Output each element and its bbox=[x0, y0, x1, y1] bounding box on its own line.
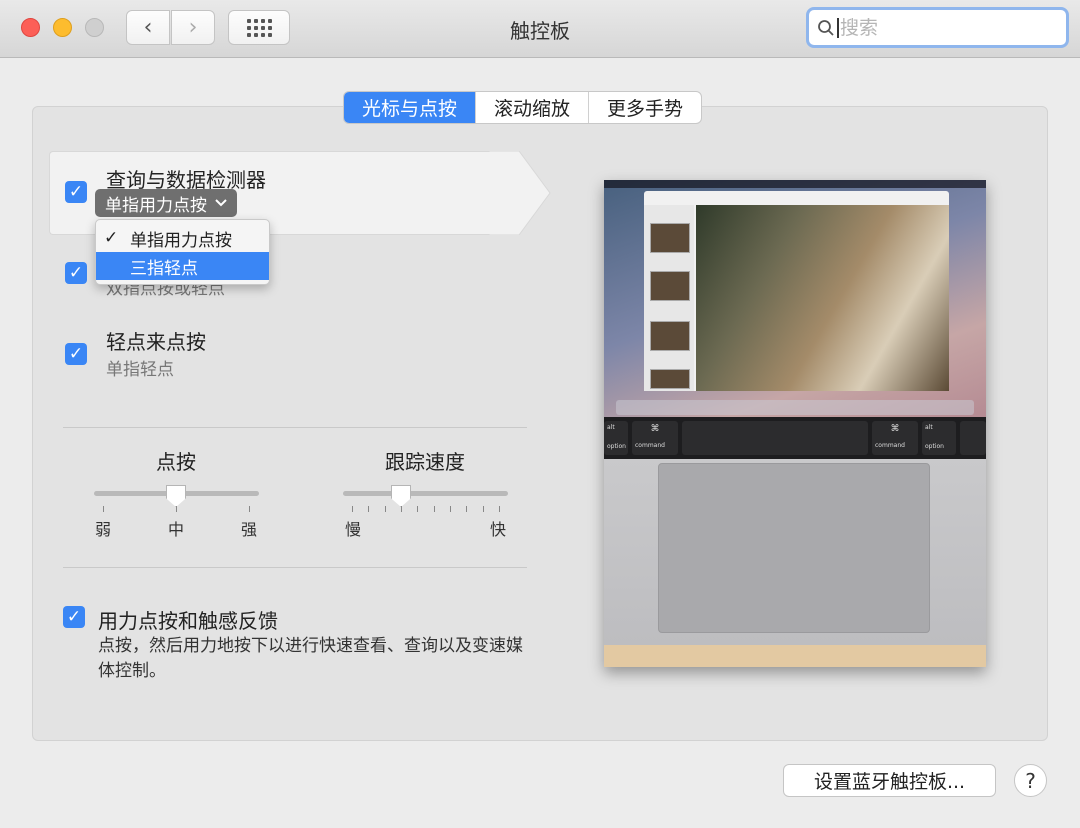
key-space bbox=[682, 421, 868, 455]
tick-mark bbox=[450, 506, 451, 512]
force-click-label: 用力点按和触感反馈 bbox=[98, 609, 278, 633]
tracking-min-label: 慢 bbox=[345, 520, 362, 539]
menu-item-single-force-click[interactable]: ✓ 单指用力点按 bbox=[96, 224, 269, 252]
preview-thumbnail bbox=[650, 223, 690, 253]
tab-bar: 光标与点按 滚动缩放 更多手势 bbox=[343, 91, 703, 124]
lookup-dropdown-menu: ✓ 单指用力点按 三指轻点 bbox=[95, 219, 270, 285]
lookup-popup-button[interactable]: 单指用力点按 bbox=[95, 189, 237, 217]
menu-item-label: 单指用力点按 bbox=[130, 230, 232, 251]
menu-item-three-finger-tap[interactable]: 三指轻点 bbox=[96, 252, 269, 280]
help-button[interactable]: ? bbox=[1014, 764, 1047, 797]
checkmark-icon: ✓ bbox=[68, 182, 84, 202]
tick-mark bbox=[249, 506, 250, 512]
tab-more-gestures[interactable]: 更多手势 bbox=[588, 92, 701, 123]
key-option-right: alt option bbox=[922, 421, 956, 455]
preview-photos-window bbox=[644, 191, 949, 391]
search-input[interactable]: 搜索 bbox=[837, 17, 878, 38]
search-icon bbox=[818, 19, 834, 36]
checkmark-icon: ✓ bbox=[68, 344, 84, 364]
tick-mark bbox=[384, 506, 386, 512]
search-field[interactable]: 搜索 bbox=[806, 7, 1069, 48]
tap-to-click-label: 轻点来点按 bbox=[106, 330, 206, 354]
click-min-label: 弱 bbox=[95, 520, 112, 539]
secondary-click-checkbox[interactable]: ✓ bbox=[65, 262, 87, 284]
tick-mark bbox=[401, 506, 402, 512]
lookup-selected-value: 单指用力点按 bbox=[105, 195, 207, 216]
divider bbox=[63, 567, 527, 568]
tab-point-click[interactable]: 光标与点按 bbox=[344, 92, 476, 123]
key-arrow bbox=[960, 421, 986, 455]
key-option-left: alt option bbox=[604, 421, 628, 455]
tick-mark bbox=[482, 506, 484, 512]
preview-keyboard: alt option ⌘ command ⌘ command alt option bbox=[604, 417, 986, 459]
setup-bluetooth-trackpad-button[interactable]: 设置蓝牙触控板... bbox=[783, 764, 996, 797]
click-slider-title: 点按 bbox=[156, 450, 196, 474]
force-click-description: 点按，然后用力地按下以进行快速查看、查询以及变速媒体控制。 bbox=[98, 636, 523, 681]
preview-dock bbox=[616, 400, 974, 415]
tick-mark bbox=[103, 506, 104, 512]
tap-to-click-checkbox[interactable]: ✓ bbox=[65, 343, 87, 365]
tick-mark bbox=[176, 506, 177, 512]
title-bar: ‹ › 触控板 搜索 bbox=[0, 0, 1080, 58]
preview-desk bbox=[604, 645, 986, 667]
tick-mark bbox=[433, 506, 435, 512]
preview-trackpad bbox=[658, 463, 930, 633]
preview-thumbnail bbox=[650, 369, 690, 389]
divider bbox=[63, 427, 527, 428]
click-mid-label: 中 bbox=[168, 520, 185, 539]
menu-item-label: 三指轻点 bbox=[130, 258, 198, 279]
tracking-max-label: 快 bbox=[490, 520, 507, 539]
key-command-left: ⌘ command bbox=[632, 421, 678, 455]
callout-arrow bbox=[489, 151, 551, 235]
click-max-label: 强 bbox=[241, 520, 258, 539]
gesture-preview: alt option ⌘ command ⌘ command alt option bbox=[604, 180, 986, 667]
force-click-checkbox[interactable]: ✓ bbox=[63, 606, 85, 628]
tick-mark bbox=[499, 506, 500, 512]
preview-sidebar bbox=[644, 205, 694, 391]
checkmark-icon: ✓ bbox=[104, 228, 119, 248]
tick-mark bbox=[352, 506, 353, 512]
checkmark-icon: ✓ bbox=[68, 263, 84, 283]
preview-menubar bbox=[604, 180, 986, 188]
tracking-slider-track[interactable] bbox=[343, 491, 508, 496]
preview-photo bbox=[696, 205, 949, 391]
tracking-slider-title: 跟踪速度 bbox=[385, 450, 465, 474]
key-command-right: ⌘ command bbox=[872, 421, 918, 455]
tab-scroll-zoom[interactable]: 滚动缩放 bbox=[475, 92, 588, 123]
preview-thumbnail bbox=[650, 321, 690, 351]
preview-thumbnail bbox=[650, 271, 690, 301]
checkmark-icon: ✓ bbox=[66, 607, 82, 627]
chevron-down-icon bbox=[215, 199, 227, 207]
tick-mark bbox=[466, 506, 468, 512]
tick-mark bbox=[368, 506, 370, 512]
tick-mark bbox=[417, 506, 419, 512]
tap-to-click-sublabel: 单指轻点 bbox=[106, 360, 174, 380]
lookup-checkbox[interactable]: ✓ bbox=[65, 181, 87, 203]
